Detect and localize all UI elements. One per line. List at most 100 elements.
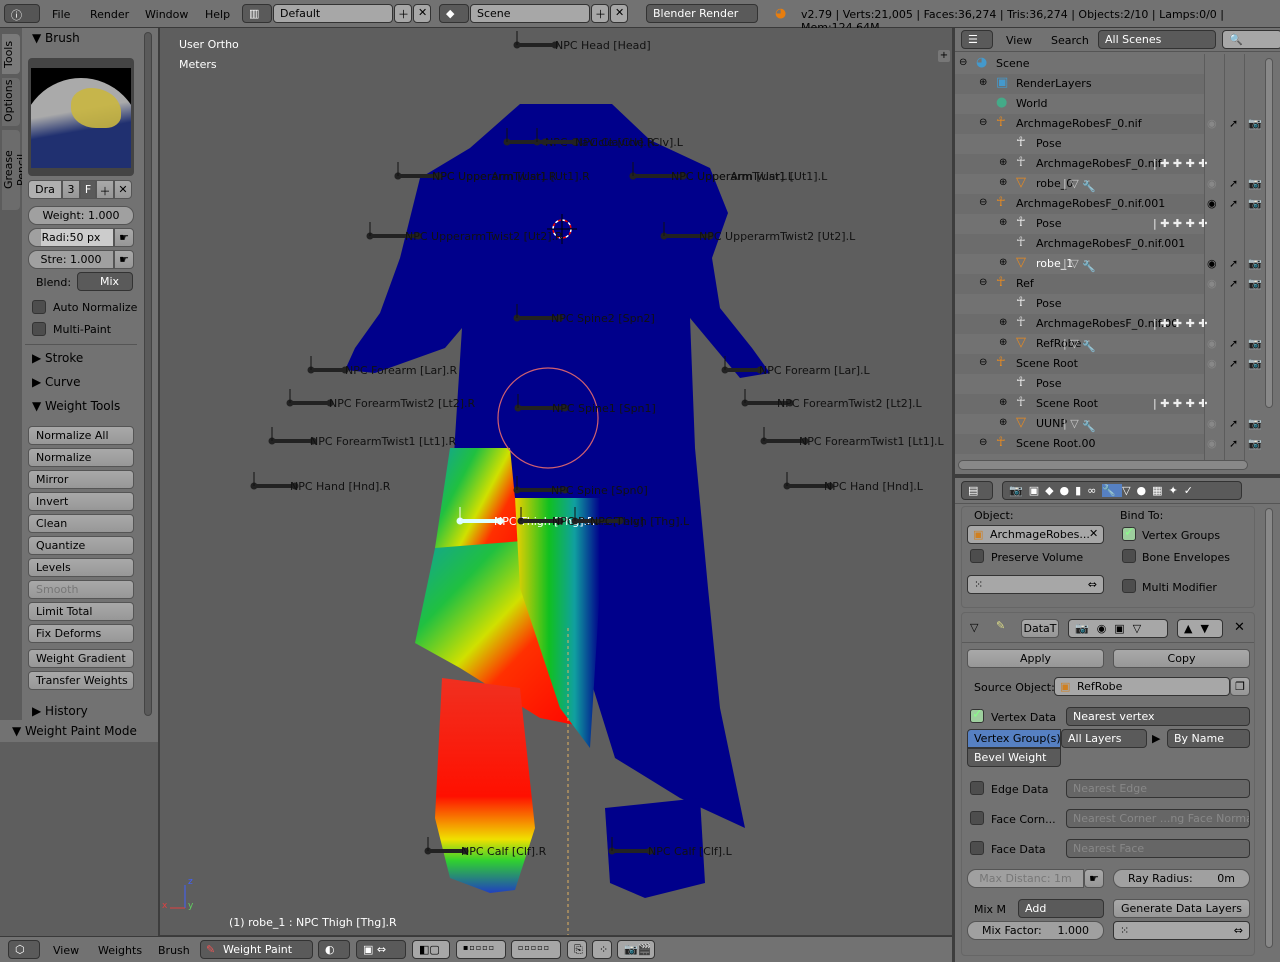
tool-button-normalize-all[interactable]: Normalize All [28, 426, 134, 445]
vertex-mapping-select[interactable]: Nearest vertex [1066, 707, 1250, 726]
render-camera-icon[interactable]: 📷 [1248, 197, 1262, 210]
select-cursor-icon[interactable]: ➚ [1229, 117, 1238, 130]
outliner-row[interactable]: ⊕ ☥ Pose | ✚ ✚ ✚ ✚ [955, 214, 1208, 234]
outliner-row[interactable]: ⊕ ▽ robe_0 | ▽ 🔧 ⁙ ◉ ➚ 📷 [955, 174, 1262, 194]
tool-button-weight-gradient[interactable]: Weight Gradient [28, 649, 134, 668]
collapse-icon[interactable]: ⊖ [979, 117, 987, 128]
eye-hidden-icon[interactable]: ◉ [1207, 177, 1217, 190]
render-camera-icon[interactable]: 📷 [1248, 277, 1262, 290]
blend-select[interactable]: Mix [77, 272, 133, 291]
outliner-row[interactable]: ⊖ ☥ ArchmageRobesF_0.nif.001 ◉ ➚ 📷 [955, 194, 1262, 214]
source-object-field[interactable]: RefRobe [1054, 677, 1230, 696]
scene-field[interactable]: Scene [470, 4, 590, 23]
viewport-canvas[interactable]: NPC Head [Head]NPC Clavicle [Clv].RNPC C… [160, 28, 952, 935]
eye-hidden-icon[interactable]: ◉ [1207, 337, 1217, 350]
tool-button-smooth[interactable]: Smooth [28, 580, 134, 599]
delete-layout-icon[interactable]: ✕ [413, 4, 431, 23]
expand-icon[interactable]: ⊕ [999, 417, 1007, 428]
delete-brush-icon[interactable]: ✕ [114, 180, 132, 199]
menu-render[interactable]: Render [90, 8, 129, 21]
mix-vertex-group-field[interactable]: ⁙ ⇔ [1113, 921, 1250, 940]
vertex-groups-checkbox[interactable] [1122, 525, 1136, 541]
add-layout-icon[interactable]: ＋ [394, 4, 412, 23]
outliner-row[interactable]: ☥ Pose [955, 374, 1205, 394]
vg-type-bevel-weight[interactable]: Bevel Weight [967, 748, 1061, 767]
outliner-menu-search[interactable]: Search [1051, 34, 1089, 47]
bone-envelopes-checkbox[interactable] [1122, 549, 1136, 563]
modifier-display-toggles[interactable]: 📷◉▣▽ [1068, 619, 1168, 638]
mix-factor-slider[interactable]: Mix Factor: 1.000 [967, 921, 1104, 940]
bone[interactable]: NPC ForearmTwist1 [Lt1].L [760, 427, 945, 448]
collapse-icon[interactable]: ⊖ [979, 357, 987, 368]
render-camera-icon[interactable]: 📷 [1248, 437, 1262, 450]
scene-icon[interactable]: ◆ [439, 4, 469, 23]
radius-slider[interactable]: Radi:50 px [28, 228, 114, 247]
eye-icon[interactable]: ◉ [1207, 257, 1217, 270]
properties-scrollbar[interactable] [1265, 508, 1273, 948]
layers-grid-1[interactable]: ▪▫▫▫▫ [456, 940, 506, 959]
face-data-checkbox[interactable] [970, 841, 984, 855]
stroke-panel-header[interactable]: ▶ Stroke [32, 351, 83, 365]
armature-vertex-group-field[interactable]: ⁙ ⇔ [967, 575, 1104, 594]
menu-brush[interactable]: Brush [158, 944, 190, 957]
outliner-row[interactable]: ⊕ ☥ ArchmageRobesF_0.nif | ✚ ✚ ✚ ✚ [955, 154, 1208, 174]
collapse-icon[interactable]: ⊖ [959, 57, 967, 68]
snap-icon[interactable]: ⁘ [592, 940, 612, 959]
properties-editor-type-icon[interactable]: ▤ [961, 481, 993, 500]
brush-users-count[interactable]: 3 [62, 180, 80, 199]
select-cursor-icon[interactable]: ➚ [1229, 417, 1238, 430]
vg-type-vertex-groups[interactable]: Vertex Group(s) [967, 729, 1061, 748]
modifier-move-buttons[interactable]: ▲▼ [1177, 619, 1223, 638]
collapse-modifier-icon[interactable]: ▽ [970, 621, 978, 634]
strength-slider[interactable]: Stre: 1.000 [28, 250, 114, 269]
object-transform-toggle-icon[interactable]: ❐ [1230, 677, 1250, 696]
bone[interactable]: NPC ForearmTwist1 [Lt1].R [268, 427, 457, 448]
eye-hidden-icon[interactable]: ◉ [1207, 417, 1217, 430]
preserve-volume-checkbox[interactable] [970, 549, 984, 563]
curve-panel-header[interactable]: ▶ Curve [32, 375, 80, 389]
tab-options[interactable]: Options [2, 78, 20, 126]
select-cursor-icon[interactable]: ➚ [1229, 337, 1238, 350]
expand-icon[interactable]: ⊕ [999, 397, 1007, 408]
select-cursor-icon[interactable]: ➚ [1229, 177, 1238, 190]
tool-button-normalize[interactable]: Normalize [28, 448, 134, 467]
outliner-row[interactable]: ⊖ ◕ Scene [955, 54, 1205, 74]
render-engine-select[interactable]: Blender Render [646, 4, 758, 23]
expand-icon[interactable]: ⊕ [999, 157, 1007, 168]
multi-paint-checkbox[interactable] [32, 322, 46, 336]
render-buttons[interactable]: 📷🎬 [617, 940, 655, 959]
copy-button[interactable]: Copy [1113, 649, 1250, 668]
layers-source-select[interactable]: All Layers [1061, 729, 1147, 748]
select-cursor-icon[interactable]: ➚ [1229, 257, 1238, 270]
outliner-menu-view[interactable]: View [1006, 34, 1032, 47]
select-cursor-icon[interactable]: ➚ [1229, 277, 1238, 290]
outliner-row[interactable]: ⊖ ☥ ArchmageRobesF_0.nif ◉ ➚ 📷 [955, 114, 1262, 134]
outliner-row[interactable]: ⊕ ▽ robe_1 | ▽ 🔧 ⁙ ◉ ➚ 📷 [955, 254, 1262, 274]
outliner-search-icon[interactable]: 🔍 [1222, 30, 1280, 49]
tool-button-invert[interactable]: Invert [28, 492, 134, 511]
region-toggle-plus-icon[interactable]: + [938, 50, 950, 62]
select-cursor-icon[interactable]: ➚ [1229, 197, 1238, 210]
render-camera-icon[interactable]: 📷 [1248, 117, 1262, 130]
bone[interactable]: NPC Hand [Hnd].L [783, 472, 924, 493]
bone[interactable]: NPC Head [Head] [513, 31, 651, 52]
bone[interactable]: NPC Hand [Hnd].R [250, 472, 391, 493]
tool-button-transfer-weights[interactable]: Transfer Weights [28, 671, 134, 690]
outliner-row[interactable]: ⊕ ☥ Scene Root | ✚ ✚ ✚ ✚ [955, 394, 1208, 414]
3d-viewport[interactable]: NPC Head [Head] NPC Clavicle [Clv].R NPC C… [160, 28, 952, 935]
outliner-row[interactable]: ⊕ ▣ RenderLayers [955, 74, 1205, 94]
brush-name-field[interactable]: Dra [28, 180, 62, 199]
expand-icon[interactable]: ⊕ [999, 337, 1007, 348]
tool-button-limit-total[interactable]: Limit Total [28, 602, 134, 621]
edge-mapping-select[interactable]: Nearest Edge [1066, 779, 1250, 798]
vertex-data-checkbox[interactable] [970, 707, 984, 723]
interaction-mode-select[interactable]: Weight Paint [200, 940, 313, 959]
bone[interactable]: NPC ForearmTwist2 [Lt2].L [741, 389, 923, 410]
outliner-row[interactable]: ⊕ ▽ RefRobe | ▽ 🔧 ⁙ ◉ ➚ 📷 [955, 334, 1262, 354]
render-camera-icon[interactable]: 📷 [1248, 417, 1262, 430]
delete-scene-icon[interactable]: ✕ [610, 4, 628, 23]
outliner-row[interactable]: ⊕ ▽ UUNP | ▽ 🔧 ⁙ ◉ ➚ 📷 [955, 414, 1262, 434]
outliner-row[interactable]: ⊖ ☥ Scene Root ◉ ➚ 📷 [955, 354, 1262, 374]
mix-mode-select[interactable]: Add [1018, 899, 1104, 918]
armature-object-field[interactable]: ArchmageRobes... [967, 525, 1104, 544]
